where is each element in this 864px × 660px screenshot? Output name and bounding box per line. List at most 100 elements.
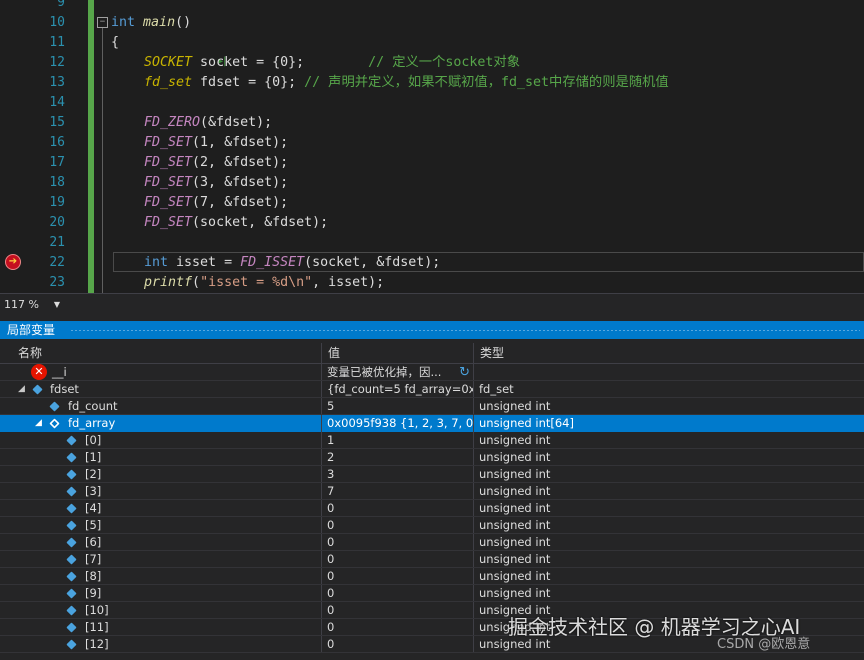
- code-line-17[interactable]: FD_SET(2, &fdset);: [144, 153, 288, 173]
- locals-row[interactable]: [0] 1 unsigned int: [0, 432, 864, 449]
- column-header-name[interactable]: 名称: [12, 343, 322, 363]
- code-line-11[interactable]: {: [111, 33, 119, 53]
- locals-row[interactable]: [7] 0 unsigned int: [0, 551, 864, 568]
- variable-icon: [66, 520, 77, 531]
- code-text-area[interactable]: − ▸| int main() { SOCKET socket = {0}; /…: [97, 0, 864, 293]
- type-cell: unsigned int: [479, 467, 551, 481]
- variable-name: [4]: [85, 501, 102, 515]
- locals-row[interactable]: ✕ __i 变量已被优化掉，因... ↻: [0, 364, 864, 381]
- code-editor[interactable]: ➔ 9 10 11 12 13 14 15 16 17 18 19 20 21 …: [0, 0, 864, 293]
- locals-row[interactable]: [9] 0 unsigned int: [0, 585, 864, 602]
- variable-name: fd_count: [68, 399, 118, 413]
- name-cell: [8]: [0, 568, 322, 585]
- locals-row[interactable]: ◢ fdset {fd_count=5 fd_array=0x0... fd_s…: [0, 381, 864, 398]
- variable-name: __i: [52, 365, 67, 379]
- value-cell[interactable]: 2: [322, 449, 474, 466]
- code-line-18[interactable]: FD_SET(3, &fdset);: [144, 173, 288, 193]
- value-cell[interactable]: 7: [322, 483, 474, 500]
- locals-row[interactable]: [1] 2 unsigned int: [0, 449, 864, 466]
- change-tracking-bar: [88, 0, 94, 293]
- locals-window: 局部变量 名称 值 类型 ✕ __i 变量已被优化掉，因... ↻ ◢ fdse…: [0, 317, 864, 660]
- variable-icon: [66, 588, 77, 599]
- line-number: 18: [49, 175, 65, 190]
- type-cell: unsigned int: [479, 569, 551, 583]
- name-cell: [3]: [0, 483, 322, 500]
- type-cell: unsigned int: [479, 552, 551, 566]
- variable-icon: [66, 503, 77, 514]
- zoom-dropdown[interactable]: 117 % ▼: [4, 297, 62, 313]
- name-cell: [6]: [0, 534, 322, 551]
- line-number: 13: [49, 75, 65, 90]
- code-text: (): [175, 15, 192, 30]
- locals-row[interactable]: [5] 0 unsigned int: [0, 517, 864, 534]
- dropdown-arrow-icon[interactable]: ▼: [54, 297, 60, 313]
- macro: FD_SET: [144, 195, 193, 210]
- code-line-15[interactable]: FD_ZERO(&fdset);: [144, 113, 272, 133]
- value-cell[interactable]: 0: [322, 636, 474, 653]
- value-cell[interactable]: 3: [322, 466, 474, 483]
- variable-icon: [66, 537, 77, 548]
- current-statement-breakpoint-icon[interactable]: ➔: [5, 254, 21, 270]
- value-cell[interactable]: 0: [322, 568, 474, 585]
- code-text: (3, &fdset);: [192, 175, 289, 190]
- name-cell: [11]: [0, 619, 322, 636]
- line-number-gutter: 9 10 11 12 13 14 15 16 17 18 19 20 21 22…: [33, 0, 67, 293]
- value-cell[interactable]: 0: [322, 551, 474, 568]
- locals-row[interactable]: [3] 7 unsigned int: [0, 483, 864, 500]
- value-cell[interactable]: 0x0095f938 {1, 2, 3, 7, 0, 0, ...: [322, 415, 474, 432]
- value-cell[interactable]: 0: [322, 619, 474, 636]
- code-line-23[interactable]: printf("isset = %d\n", isset);: [144, 273, 384, 293]
- value-cell[interactable]: 变量已被优化掉，因... ↻: [322, 364, 474, 381]
- locals-row[interactable]: [4] 0 unsigned int: [0, 500, 864, 517]
- type-cell: unsigned int[64]: [479, 416, 574, 430]
- value-cell[interactable]: 0: [322, 602, 474, 619]
- variable-icon: [66, 605, 77, 616]
- variable-name: [11]: [85, 620, 109, 634]
- column-header-type[interactable]: 类型: [474, 343, 864, 363]
- macro: FD_SET: [144, 215, 193, 230]
- breakpoint-margin[interactable]: [0, 0, 33, 293]
- outline-collapse-icon[interactable]: −: [97, 17, 108, 28]
- value-cell[interactable]: 0: [322, 517, 474, 534]
- variable-name: [6]: [85, 535, 102, 549]
- variable-value: 变量已被优化掉，因...: [327, 365, 442, 379]
- expand-collapse-icon[interactable]: ◢: [35, 415, 42, 432]
- locals-row[interactable]: [8] 0 unsigned int: [0, 568, 864, 585]
- locals-row[interactable]: [2] 3 unsigned int: [0, 466, 864, 483]
- code-text: (2, &fdset);: [192, 155, 289, 170]
- code-line-12[interactable]: SOCKET socket = {0}; // 定义一个socket对象: [144, 53, 520, 73]
- code-line-22[interactable]: int isset = FD_ISSET(socket, &fdset);: [144, 253, 440, 273]
- locals-row-selected[interactable]: ◢ fd_array 0x0095f938 {1, 2, 3, 7, 0, 0,…: [0, 415, 864, 432]
- name-cell: [0]: [0, 432, 322, 449]
- code-line-20[interactable]: FD_SET(socket, &fdset);: [144, 213, 328, 233]
- locals-title-bar[interactable]: 局部变量: [0, 321, 864, 339]
- locals-row[interactable]: [6] 0 unsigned int: [0, 534, 864, 551]
- string-literal: "isset = %d\n": [200, 275, 313, 290]
- value-cell[interactable]: 0: [322, 585, 474, 602]
- code-line-10[interactable]: int main(): [111, 13, 191, 33]
- name-cell: ◢ fdset: [0, 381, 322, 398]
- variable-icon: [32, 384, 43, 395]
- value-cell[interactable]: 0: [322, 534, 474, 551]
- type-cell: unsigned int: [479, 518, 551, 532]
- name-cell: fd_count: [0, 398, 322, 415]
- value-cell[interactable]: {fd_count=5 fd_array=0x0...: [322, 381, 474, 398]
- macro: FD_SET: [144, 135, 193, 150]
- keyword-int: int: [111, 15, 136, 30]
- value-cell[interactable]: 5: [322, 398, 474, 415]
- variable-name: fd_array: [68, 416, 116, 430]
- code-line-13[interactable]: fd_set fdset = {0}; // 声明并定义，如果不赋初值，fd_s…: [144, 73, 669, 93]
- value-cell[interactable]: 0: [322, 500, 474, 517]
- code-text: isset =: [168, 255, 241, 270]
- code-line-19[interactable]: FD_SET(7, &fdset);: [144, 193, 288, 213]
- value-cell[interactable]: 1: [322, 432, 474, 449]
- variable-icon: [66, 639, 77, 650]
- column-header-value[interactable]: 值: [322, 343, 474, 363]
- locals-row[interactable]: fd_count 5 unsigned int: [0, 398, 864, 415]
- code-line-16[interactable]: FD_SET(1, &fdset);: [144, 133, 288, 153]
- expand-collapse-icon[interactable]: ◢: [18, 381, 25, 398]
- line-number: 9: [57, 0, 65, 10]
- variable-name: [9]: [85, 586, 102, 600]
- refresh-icon[interactable]: ↻: [459, 364, 470, 381]
- code-text: (: [192, 275, 201, 290]
